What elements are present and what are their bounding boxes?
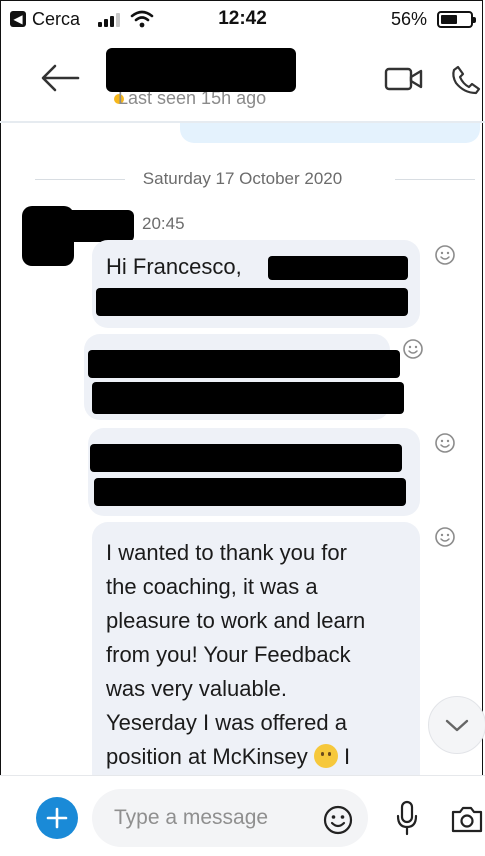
- video-call-icon[interactable]: [384, 66, 424, 92]
- message-body-part-1: I wanted to thank you for the coaching, …: [106, 540, 366, 769]
- chevron-down-icon: [445, 719, 469, 732]
- redacted-text: [94, 478, 406, 506]
- redacted-text: [92, 382, 404, 414]
- sender-name-redacted: [32, 210, 134, 242]
- battery-icon: [437, 11, 476, 28]
- phone-call-icon[interactable]: [450, 64, 482, 96]
- message-composer: [0, 775, 485, 856]
- chat-header: Last seen 15h ago: [0, 38, 485, 123]
- plus-icon: [46, 807, 68, 829]
- add-attachment-button[interactable]: [36, 797, 78, 839]
- battery-level: [441, 15, 457, 24]
- contact-name-redacted[interactable]: [106, 48, 296, 92]
- date-separator: Saturday 17 October 2020: [0, 166, 485, 192]
- add-reaction-icon[interactable]: [434, 432, 456, 454]
- microphone-icon[interactable]: [395, 800, 419, 836]
- add-reaction-icon[interactable]: [434, 526, 456, 548]
- emoji-icon[interactable]: [322, 804, 354, 836]
- message-greeting: Hi Francesco,: [106, 254, 242, 279]
- back-arrow-icon[interactable]: [38, 62, 82, 94]
- scroll-to-bottom-button[interactable]: [428, 696, 485, 754]
- redacted-text: [268, 256, 408, 280]
- add-reaction-icon[interactable]: [434, 244, 456, 266]
- previous-message-bubble[interactable]: [180, 123, 480, 143]
- redacted-text: [96, 288, 408, 316]
- status-bar: ◀ Cerca 12:42 56%: [0, 0, 485, 38]
- add-reaction-icon[interactable]: [402, 338, 424, 360]
- message-bubble[interactable]: I wanted to thank you for the coaching, …: [92, 522, 420, 812]
- redacted-text: [90, 444, 402, 472]
- message-bubble[interactable]: [88, 428, 420, 516]
- message-bubble[interactable]: [84, 334, 404, 420]
- battery-percentage: 56%: [390, 9, 427, 29]
- smiling-emoji-icon: [313, 744, 338, 768]
- message-timestamp: 20:45: [142, 214, 185, 233]
- message-text: I wanted to thank you for the coaching, …: [106, 536, 412, 808]
- message-bubble[interactable]: Hi Francesco,: [92, 240, 420, 328]
- camera-icon[interactable]: [450, 804, 484, 834]
- redacted-text: [88, 350, 400, 378]
